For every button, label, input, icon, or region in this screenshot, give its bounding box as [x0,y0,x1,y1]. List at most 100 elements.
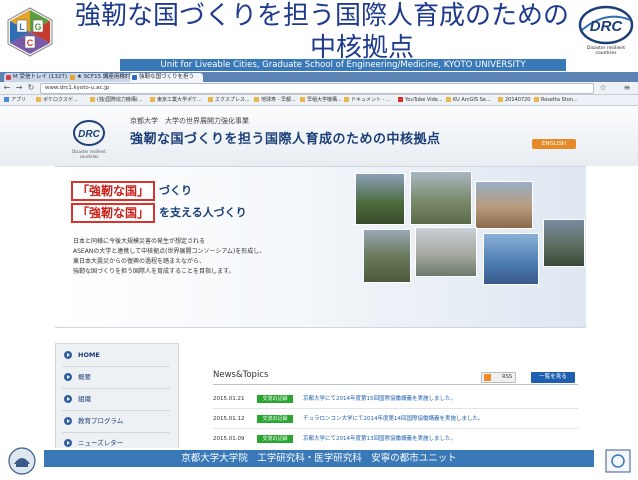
drc-logo-caption: Disaster resilient countries [587,46,625,56]
news-title-link[interactable]: 京都大学にて2014年度第15回国際協働講義を実施しました。 [303,394,456,405]
news-tag: 交流の記録 [257,395,293,403]
arrow-circle-icon [64,373,72,381]
news-title-link[interactable]: 京都大学にて2014年度第13回国際協働講義を実施しました。 [303,434,456,445]
folder-icon [36,97,41,102]
hero-banner: 「強靭な国」 づくり 「強靭な国」 を支える人づくり 日本と同様に今後大規模災害… [55,166,586,328]
arrow-circle-icon [64,351,72,359]
sidebar-item-organization[interactable]: 組織 [64,392,91,406]
site-title: 強靭な国づくりを担う国際人育成のための中核拠点 [130,132,441,147]
bookmark-item[interactable]: ドキュメント - ... [344,96,391,104]
photo-street [543,219,585,267]
forward-button[interactable]: → [14,83,24,93]
photo-trees [410,171,472,225]
browser-window: M 受信トレイ (1327) - ★ SCF15 講座用検討 強靭な国づくりを担… [0,72,638,448]
sidebar-item-overview[interactable]: 概要 [64,370,91,384]
menu-button[interactable]: ≡ [622,83,632,93]
site-logo-caption: Disaster resilient countries [72,149,106,159]
unit-emblem-icon [602,446,634,476]
sidebar-divider [62,432,170,433]
reload-button[interactable]: ↻ [26,83,36,93]
rss-icon [484,374,491,381]
bookmark-item[interactable]: KU ArcGIS Se... [446,96,491,104]
hamburger-menu-icon: ≡ [623,83,631,92]
photo-coast [483,233,539,285]
star-icon [70,75,75,80]
news-title-link[interactable]: チュラロンコン大学にて2014年度第14回国際協働講義を実施しました。 [303,414,484,425]
tab-scf[interactable]: ★ SCF15 講座用検討 [68,73,135,82]
rss-button[interactable]: RSS [481,372,516,383]
hero-text-1: づくり [159,184,192,197]
folder-icon [90,97,95,102]
bookmark-item[interactable]: 20140720 [498,96,530,104]
hero-description-line: 強靭な国づくりを担う国際人を育成することを目指します。 [73,268,235,275]
tab-bar: M 受信トレイ (1327) - ★ SCF15 講座用検討 強靭な国づくりを担… [0,72,638,82]
folder-icon [300,97,305,102]
back-button[interactable]: ← [2,83,12,93]
bookmark-item[interactable]: YouTube Vide... [398,96,443,104]
apps-icon [4,97,9,102]
bookmarks-bar: アプリ ボケロクスゲ... (独)国際協力機構(... 東京工業大学ポケ... … [0,95,638,106]
bookmark-item[interactable]: 東京工業大学ポケ... [150,96,202,104]
news-section: News&Topics RSS 一覧を見る 2015.01.21 交流の記録 京… [213,370,578,448]
news-tag: 交流の記録 [257,435,293,443]
arrow-circle-icon [64,417,72,425]
news-date: 2015.01.09 [213,436,245,442]
folder-icon [534,97,539,102]
folder-icon [254,97,259,102]
bookmark-item[interactable]: エクスプレス... [208,96,250,104]
hero-description-line: 東日本大震災からの復興の過程を踏まえながら、 [73,258,206,265]
news-divider [213,384,578,385]
back-arrow-icon: ← [3,83,11,92]
site-logo[interactable]: DRC Disaster resilient countries [72,118,106,159]
folder-icon [498,97,503,102]
folder-icon [150,97,155,102]
sidebar-nav: HOME 概要 組織 教育プログラム ニューズレター [55,343,179,448]
bookmark-item[interactable]: Rosetta Ston... [534,96,578,104]
news-row-divider [213,408,578,409]
footer-bar: 京都大学大学院 工学研究科・医学研究科 安寧の都市ユニット [44,450,594,467]
folder-icon [208,97,213,102]
hero-description-line: ASEANの大学と連携して中核拠点(世界展開コンソーシアム)を形成し、 [73,248,266,255]
star-outline-icon: ☆ [599,83,607,92]
folder-icon [446,97,451,102]
web-page: DRC Disaster resilient countries 京都大学 大学… [0,106,638,448]
hero-box-2: 「強靭な国」 [71,203,156,223]
folder-icon [344,97,349,102]
photo-hall [415,227,477,277]
lgc-logo: L G C [4,6,56,58]
logo-letter-c: C [27,38,34,48]
tab-drc[interactable]: 強靭な国づくりを担う [130,73,203,82]
nav-bar: ← → ↻ www.drc1.kyoto-u.ac.jp ☆ ≡ [0,82,638,95]
news-date: 2015.01.21 [213,396,245,402]
hero-description-line: 日本と同様に今後大規模災害の発生が想定される [73,238,206,245]
bookmark-item[interactable]: アプリ [4,96,26,104]
university-seal-icon [4,446,40,476]
sidebar-item-newsletter[interactable]: ニューズレター [64,436,123,448]
bookmark-star-button[interactable]: ☆ [598,83,608,93]
news-more-button[interactable]: 一覧を見る [531,372,575,383]
sidebar-item-home[interactable]: HOME [64,348,100,362]
sidebar-divider [62,366,170,367]
slide-title: 強靭な国づくりを担う国際人育成のための 中核拠点 [62,0,582,64]
news-tag: 交流の記録 [257,415,293,423]
hero-box-1: 「強靭な国」 [71,181,156,201]
site-subtitle: 京都大学 大学の世界展開力強化事業 [130,117,249,125]
english-button[interactable]: ENGLISH [532,139,576,149]
forward-arrow-icon: → [15,83,23,92]
site-logo-text: DRC [78,129,100,140]
tab-gmail[interactable]: M 受信トレイ (1327) - [4,73,73,82]
page-icon [132,75,137,80]
slide-banner: Unit for Liveable Cities, Graduate Schoo… [120,59,566,71]
bookmark-item[interactable]: 地球寿 - 早都... [254,96,296,104]
bookmark-item[interactable]: ボケロクスゲ... [36,96,78,104]
bookmark-item[interactable]: 早稲大学機構... [300,96,342,104]
photo-campus [363,229,411,283]
sidebar-item-education[interactable]: 教育プログラム [64,414,123,428]
bookmark-item[interactable]: (独)国際協力機構(... [90,96,143,104]
youtube-icon [398,97,403,102]
news-row-divider [213,428,578,429]
address-bar[interactable]: www.drc1.kyoto-u.ac.jp [40,83,594,94]
logo-letter-g: G [34,22,41,32]
arrow-circle-icon [64,395,72,403]
arrow-circle-icon [64,439,72,447]
